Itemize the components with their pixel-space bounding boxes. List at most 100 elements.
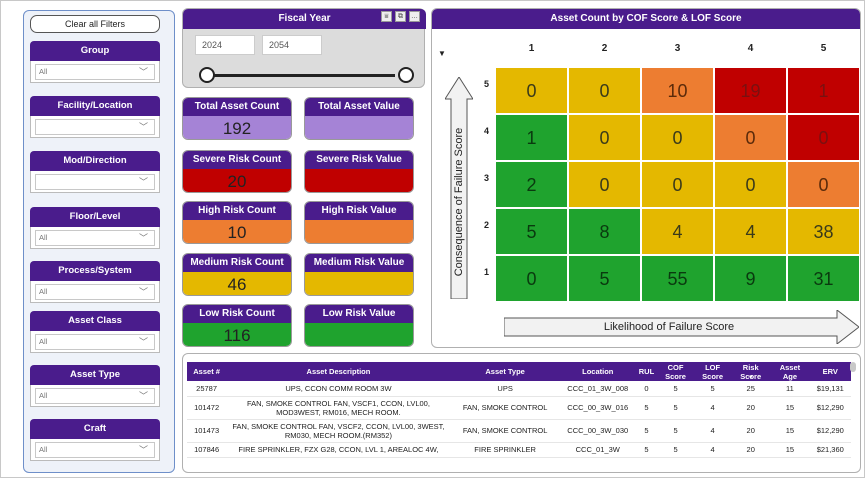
table-row[interactable]: 101472 FAN, SMOKE CONTROL FAN, VSCF1, CCO… (187, 396, 851, 420)
heatmap-cell[interactable]: 0 (714, 114, 787, 161)
filter-value: All (39, 337, 48, 346)
filter-body: All ﹀ (30, 331, 160, 353)
filter-icon[interactable]: ⩸ (381, 11, 392, 22)
chevron-down-icon: ﹀ (138, 287, 148, 297)
column-header[interactable]: ERV (809, 362, 851, 381)
filter-dropdown[interactable]: All ﹀ (35, 334, 155, 350)
filter-value: All (39, 445, 48, 454)
heatmap-cell[interactable]: 8 (568, 208, 641, 255)
heatmap-cell[interactable]: 0 (641, 114, 714, 161)
heatmap-cell[interactable]: 5 (495, 208, 568, 255)
filter-label: Facility/Location (30, 96, 160, 116)
heatmap-cell[interactable]: 0 (787, 114, 860, 161)
kpi-low-risk-count: Low Risk Count 116 (182, 304, 292, 347)
column-header[interactable]: Location (559, 362, 636, 381)
fiscal-year-slider-track[interactable] (205, 74, 395, 77)
fiscal-year-start-input[interactable]: 2024 (195, 35, 255, 55)
filter-dropdown[interactable]: All ﹀ (35, 230, 155, 246)
fiscal-year-end-handle[interactable] (398, 67, 414, 83)
filter-value: All (39, 67, 48, 76)
more-icon[interactable]: … (409, 11, 420, 22)
kpi-medium-risk-value: Medium Risk Value (304, 253, 414, 296)
fiscal-year-end-input[interactable]: 2054 (262, 35, 322, 55)
table-cell: FAN, SMOKE CONTROL FAN, VSCF2, CCON, LVL… (226, 419, 451, 443)
heatmap-cell[interactable]: 1 (495, 114, 568, 161)
table-cell: CCC_00_3W_016 (559, 396, 636, 420)
kpi-title: Severe Risk Count (183, 151, 291, 169)
filter-dropdown[interactable]: All ﹀ (35, 442, 155, 458)
fiscal-year-start-handle[interactable] (199, 67, 215, 83)
heatmap-cell[interactable]: 0 (495, 67, 568, 114)
column-header[interactable]: RUL (635, 362, 658, 381)
heatmap-cell[interactable]: 31 (787, 255, 860, 302)
column-header[interactable]: Asset Type (450, 362, 560, 381)
chevron-down-icon: ﹀ (138, 233, 148, 243)
heatmap-cell[interactable]: 9 (714, 255, 787, 302)
kpi-value (305, 220, 413, 243)
kpi-title: High Risk Value (305, 202, 413, 220)
heatmap-cell[interactable]: 0 (641, 161, 714, 208)
filter-label: Asset Class (30, 311, 160, 331)
kpi-high-risk-count: High Risk Count 10 (182, 201, 292, 244)
table-cell: 15 (770, 419, 810, 443)
heatmap-cell[interactable]: 38 (787, 208, 860, 255)
focus-icon[interactable]: ⧉ (395, 11, 406, 22)
column-label: 5 (820, 43, 827, 54)
scrollbar-thumb[interactable] (850, 362, 856, 372)
heatmap-cell[interactable]: 4 (641, 208, 714, 255)
column-header[interactable]: Risk Score ▼ (731, 362, 771, 381)
sort-caret-icon[interactable]: ▼ (438, 49, 446, 58)
heatmap-cell[interactable]: 5 (568, 255, 641, 302)
table-cell: UPS (450, 381, 560, 397)
chevron-down-icon: ﹀ (138, 337, 148, 347)
kpi-value: 10 (183, 220, 291, 243)
column-header[interactable]: Asset # (187, 362, 227, 381)
column-header[interactable]: LOF Score (694, 362, 732, 381)
heatmap-cell[interactable]: 0 (568, 161, 641, 208)
column-label: 1 (528, 43, 535, 54)
clear-filters-button[interactable]: Clear all Filters (30, 15, 160, 33)
heatmap-cell[interactable]: 0 (495, 255, 568, 302)
filter-dropdown[interactable]: All ﹀ (35, 284, 155, 300)
column-header[interactable]: Asset Age (770, 362, 810, 381)
heatmap-cell[interactable]: 4 (714, 208, 787, 255)
column-header[interactable]: Asset Description (226, 362, 451, 381)
heatmap-cell[interactable]: 0 (714, 161, 787, 208)
table-scrollbar[interactable] (850, 362, 856, 470)
row-label: 4 (484, 126, 490, 136)
filter-dropdown[interactable]: ﹀ (35, 119, 155, 135)
kpi-severe-risk-count: Severe Risk Count 20 (182, 150, 292, 193)
heatmap-cell[interactable]: 0 (787, 161, 860, 208)
kpi-title: High Risk Count (183, 202, 291, 220)
filter-craft: Craft All ﹀ (30, 419, 160, 461)
table-cell: 5 (657, 396, 695, 420)
kpi-low-risk-value: Low Risk Value (304, 304, 414, 347)
chevron-down-icon: ﹀ (138, 122, 148, 132)
table-cell: FAN, SMOKE CONTROL (450, 419, 560, 443)
table-cell: 107846 (187, 442, 227, 458)
table-row[interactable]: 101473 FAN, SMOKE CONTROL FAN, VSCF2, CCO… (187, 419, 851, 443)
column-label: 4 (747, 43, 754, 54)
filter-dropdown[interactable]: ﹀ (35, 174, 155, 190)
heatmap-cell[interactable]: 0 (568, 114, 641, 161)
table-cell: 5 (694, 381, 732, 397)
heatmap-cell[interactable]: 19 (714, 67, 787, 114)
heatmap-cell[interactable]: 55 (641, 255, 714, 302)
kpi-medium-risk-count: Medium Risk Count 46 (182, 253, 292, 296)
table-cell: $12,290 (809, 396, 851, 420)
kpi-title: Medium Risk Value (305, 254, 413, 272)
filter-body: All ﹀ (30, 61, 160, 83)
filter-dropdown[interactable]: All ﹀ (35, 64, 155, 80)
column-header[interactable]: COF Score (657, 362, 695, 381)
kpi-value: 192 (183, 116, 291, 139)
heatmap-cell[interactable]: 1 (787, 67, 860, 114)
table-cell: FAN, SMOKE CONTROL (450, 396, 560, 420)
heatmap-cell[interactable]: 0 (568, 67, 641, 114)
table-cell: CCC_01_3W (559, 442, 636, 458)
heatmap-cell[interactable]: 10 (641, 67, 714, 114)
heatmap-cell[interactable]: 2 (495, 161, 568, 208)
table-row[interactable]: 25787 UPS, CCON COMM ROOM 3W UPS CCC_01_3W_… (187, 381, 851, 397)
table-cell: 15 (770, 442, 810, 458)
filter-dropdown[interactable]: All ﹀ (35, 388, 155, 404)
table-row[interactable]: 107846 FIRE SPRINKLER, FZX G28, CCON, LVL… (187, 442, 851, 458)
